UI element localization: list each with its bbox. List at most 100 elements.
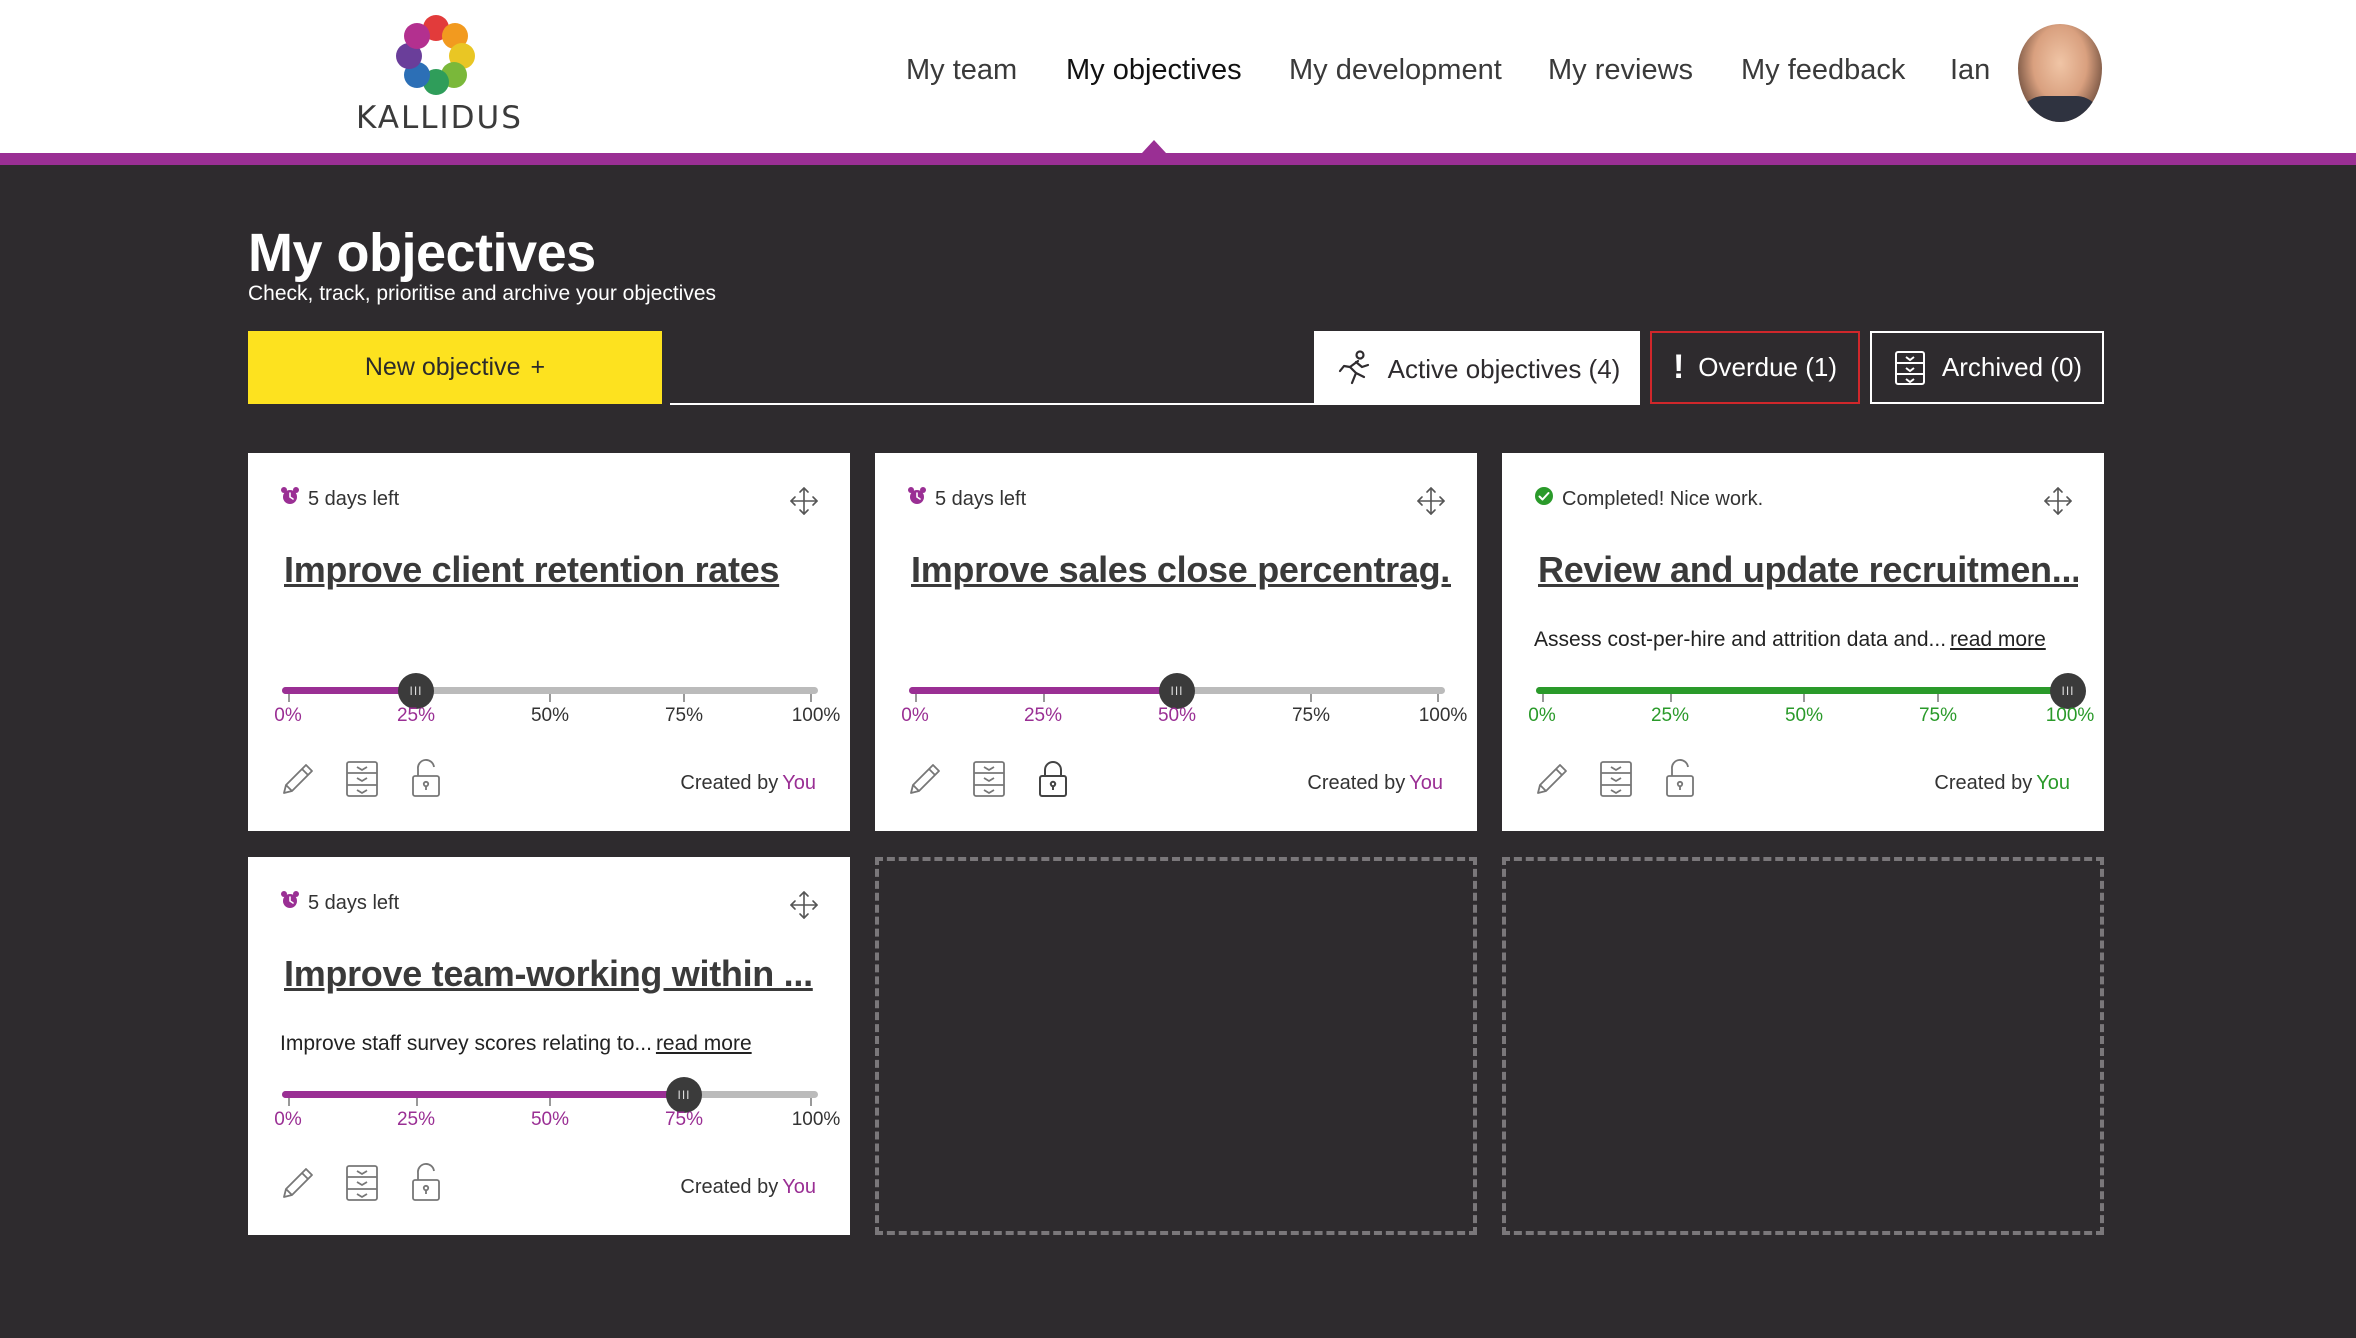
description-text: Assess cost-per-hire and attrition data … bbox=[1534, 628, 1947, 651]
tab-active-objectives[interactable]: Active objectives (4) bbox=[1314, 331, 1640, 405]
progress-label: 0% bbox=[274, 705, 302, 726]
card-actions bbox=[278, 759, 446, 799]
progress-fill bbox=[909, 687, 1177, 694]
progress-tick bbox=[915, 694, 917, 702]
objective-card[interactable]: 5 days left Improve client retention rat… bbox=[248, 453, 850, 831]
padlock-closed-icon[interactable] bbox=[1033, 759, 1073, 799]
header-accent-bar bbox=[0, 153, 2356, 165]
nav-my-team[interactable]: My team bbox=[906, 54, 1017, 94]
read-more-link[interactable]: read more bbox=[1950, 628, 2046, 651]
kallidus-logo[interactable]: KALLIDUS bbox=[356, 12, 521, 136]
objective-title[interactable]: Review and update recruitmen... bbox=[1538, 549, 2078, 591]
progress-slider[interactable]: III bbox=[282, 1077, 818, 1113]
avatar[interactable] bbox=[2018, 24, 2102, 122]
progress-label: 0% bbox=[901, 705, 929, 726]
progress-tick bbox=[549, 1098, 551, 1106]
status-text: 5 days left bbox=[308, 487, 400, 510]
progress-slider[interactable]: III bbox=[1536, 673, 2086, 709]
progress-label: 50% bbox=[1784, 705, 1824, 726]
edit-pencil-icon[interactable] bbox=[905, 759, 945, 799]
tab-overdue-label: Overdue (1) bbox=[1698, 352, 1838, 382]
edit-pencil-icon[interactable] bbox=[278, 759, 318, 799]
edit-pencil-icon[interactable] bbox=[278, 1163, 318, 1203]
progress-tick bbox=[1936, 694, 1939, 702]
progress-labels: 0% 25% 50% 75% 100% bbox=[875, 705, 1477, 729]
progress-tick bbox=[549, 694, 551, 702]
created-by: Created by You bbox=[1934, 772, 2070, 795]
tab-archived[interactable]: Archived (0) bbox=[1870, 331, 2104, 404]
progress-tick bbox=[810, 1098, 812, 1106]
move-icon[interactable] bbox=[788, 485, 820, 522]
objective-card[interactable]: 5 days left Improve sales close percentr… bbox=[875, 453, 1477, 831]
progress-label: 25% bbox=[1650, 705, 1690, 726]
new-objective-label: New objective bbox=[364, 353, 521, 381]
progress-label: 100% bbox=[2045, 705, 2095, 726]
move-icon[interactable] bbox=[1415, 485, 1447, 522]
progress-label: 25% bbox=[1023, 705, 1063, 726]
progress-slider[interactable]: III bbox=[282, 673, 818, 709]
progress-fill bbox=[1536, 687, 2072, 694]
user-name[interactable]: Ian bbox=[1950, 54, 1990, 94]
progress-slider-handle[interactable]: III bbox=[1159, 673, 1195, 709]
archive-icon[interactable] bbox=[342, 1163, 382, 1203]
progress-label: 0% bbox=[274, 1109, 302, 1130]
status: 5 days left bbox=[280, 486, 399, 512]
progress-fill bbox=[282, 1091, 684, 1098]
progress-label: 25% bbox=[396, 705, 436, 726]
progress-label: 75% bbox=[664, 1109, 704, 1130]
top-header: KALLIDUS My team My objectives My develo… bbox=[0, 0, 2356, 153]
padlock-open-icon[interactable] bbox=[1660, 759, 1700, 799]
progress-label: 100% bbox=[791, 705, 841, 726]
created-by-prefix: Created by bbox=[1307, 772, 1406, 794]
progress-label: 50% bbox=[530, 705, 570, 726]
created-by-prefix: Created by bbox=[680, 1176, 779, 1198]
alarm-clock-icon bbox=[280, 890, 300, 916]
objective-title[interactable]: Improve client retention rates bbox=[284, 549, 824, 591]
move-icon[interactable] bbox=[788, 889, 820, 926]
progress-tick bbox=[1803, 694, 1805, 702]
edit-pencil-icon[interactable] bbox=[1532, 759, 1572, 799]
objective-title[interactable]: Improve team-working within ... bbox=[284, 953, 824, 995]
progress-labels: 0% 25% 50% 75% 100% bbox=[1502, 705, 2104, 729]
created-by-user[interactable]: You bbox=[2036, 772, 2070, 794]
plus-icon: + bbox=[530, 353, 546, 381]
read-more-link[interactable]: read more bbox=[656, 1032, 752, 1055]
created-by-user[interactable]: You bbox=[1409, 772, 1443, 794]
progress-label: 50% bbox=[530, 1109, 570, 1130]
created-by-user[interactable]: You bbox=[782, 1176, 816, 1198]
padlock-open-icon[interactable] bbox=[406, 759, 446, 799]
description-text: Improve staff survey scores relating to.… bbox=[280, 1032, 652, 1055]
progress-slider[interactable]: III bbox=[909, 673, 1445, 709]
nav-my-feedback[interactable]: My feedback bbox=[1741, 54, 1905, 94]
objective-card[interactable]: 5 days left Improve team-working within … bbox=[248, 857, 850, 1235]
nav-my-objectives[interactable]: My objectives bbox=[1066, 54, 1242, 94]
progress-slider-handle[interactable]: III bbox=[398, 673, 434, 709]
page-subtitle: Check, track, prioritise and archive you… bbox=[248, 282, 717, 305]
check-circle-icon bbox=[1534, 486, 1554, 512]
progress-tick bbox=[288, 694, 290, 702]
nav-my-reviews[interactable]: My reviews bbox=[1548, 54, 1693, 94]
created-by-prefix: Created by bbox=[1934, 772, 2033, 794]
padlock-open-icon[interactable] bbox=[406, 1163, 446, 1203]
alarm-clock-icon bbox=[907, 486, 927, 512]
archive-icon[interactable] bbox=[1596, 759, 1636, 799]
tab-overdue[interactable]: ! Overdue (1) bbox=[1650, 331, 1860, 404]
active-nav-indicator bbox=[1142, 140, 1166, 153]
progress-label: 0% bbox=[1528, 705, 1556, 726]
new-objective-button[interactable]: New objective + bbox=[248, 331, 662, 404]
progress-slider-handle[interactable]: III bbox=[2050, 673, 2086, 709]
progress-label: 100% bbox=[791, 1109, 841, 1130]
progress-fill bbox=[282, 687, 416, 694]
alarm-clock-icon bbox=[280, 486, 300, 512]
archive-icon[interactable] bbox=[969, 759, 1009, 799]
tab-archived-label: Archived (0) bbox=[1941, 352, 2083, 382]
flower-logo-icon bbox=[396, 15, 475, 95]
archive-icon[interactable] bbox=[342, 759, 382, 799]
nav-my-development[interactable]: My development bbox=[1289, 54, 1502, 94]
objective-title[interactable]: Improve sales close percentrag... bbox=[911, 549, 1451, 591]
objective-card[interactable]: Completed! Nice work. Review and update … bbox=[1502, 453, 2104, 831]
progress-label: 100% bbox=[1418, 705, 1468, 726]
progress-slider-handle[interactable]: III bbox=[666, 1077, 702, 1113]
created-by-user[interactable]: You bbox=[782, 772, 816, 794]
move-icon[interactable] bbox=[2042, 485, 2074, 522]
